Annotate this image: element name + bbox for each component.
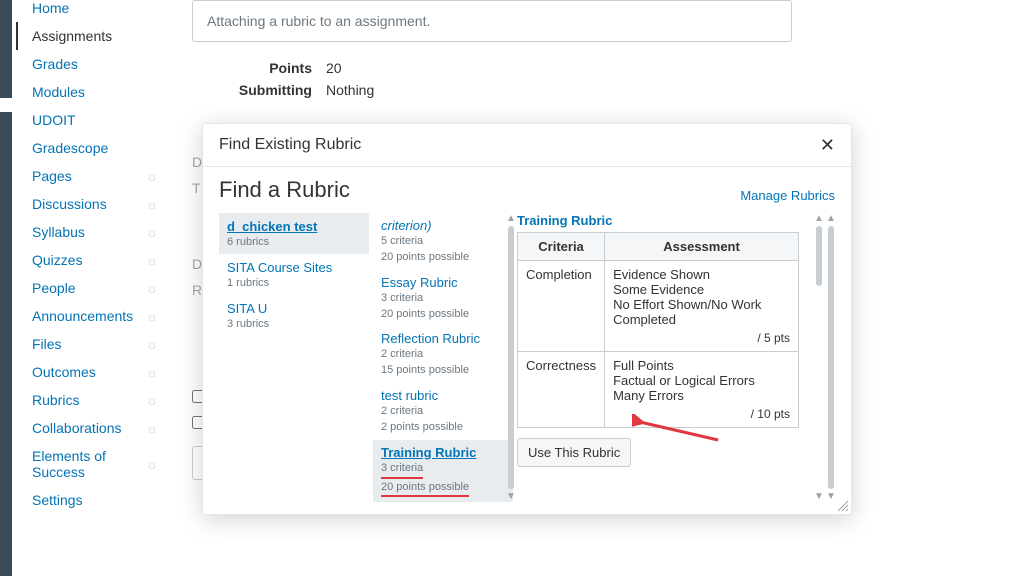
nav-announcements[interactable]: Announcements☼ bbox=[16, 302, 168, 330]
dialog-title: Find Existing Rubric bbox=[219, 136, 361, 154]
nav-settings[interactable]: Settings bbox=[16, 486, 168, 514]
table-row: Correctness Full Points Factual or Logic… bbox=[518, 352, 799, 428]
scrollbar[interactable]: ▲▼ bbox=[507, 213, 515, 502]
use-this-rubric-button[interactable]: Use This Rubric bbox=[517, 438, 631, 467]
hidden-icon: ☼ bbox=[146, 169, 158, 184]
nav-elements[interactable]: Elements of Success☼ bbox=[16, 442, 168, 486]
resize-handle-icon[interactable] bbox=[835, 498, 849, 512]
preview-title: Training Rubric bbox=[517, 213, 807, 228]
nav-assignments[interactable]: Assignments bbox=[16, 22, 168, 50]
rubric-item-selected[interactable]: Training Rubric 3 criteria 20 points pos… bbox=[373, 440, 513, 503]
nav-files[interactable]: Files☼ bbox=[16, 330, 168, 358]
points-value: 20 bbox=[326, 60, 342, 76]
nav-quizzes[interactable]: Quizzes☼ bbox=[16, 246, 168, 274]
find-a-rubric-heading: Find a Rubric bbox=[219, 177, 350, 203]
hidden-icon: ☼ bbox=[146, 197, 158, 212]
nav-grades[interactable]: Grades bbox=[16, 50, 168, 78]
assignment-description: Attaching a rubric to an assignment. bbox=[192, 0, 792, 42]
submitting-label: Submitting bbox=[192, 82, 312, 98]
close-icon[interactable]: ✕ bbox=[820, 136, 835, 154]
col-criteria: Criteria bbox=[518, 233, 605, 261]
hidden-icon: ☼ bbox=[146, 421, 158, 436]
nav-collaborations[interactable]: Collaborations☼ bbox=[16, 414, 168, 442]
scrollbar[interactable]: ▲▼ bbox=[815, 213, 823, 502]
rubric-item[interactable]: Essay Rubric 3 criteria 20 points possib… bbox=[373, 270, 513, 327]
global-nav-rail bbox=[0, 0, 12, 576]
nav-gradescope[interactable]: Gradescope bbox=[16, 134, 168, 162]
hidden-icon: ☼ bbox=[146, 337, 158, 352]
hidden-icon: ☼ bbox=[146, 225, 158, 240]
nav-modules[interactable]: Modules bbox=[16, 78, 168, 106]
rubric-item[interactable]: criterion) 5 criteria 20 points possible bbox=[373, 213, 513, 270]
manage-rubrics-link[interactable]: Manage Rubrics bbox=[740, 188, 835, 203]
nav-outcomes[interactable]: Outcomes☼ bbox=[16, 358, 168, 386]
hidden-icon: ☼ bbox=[146, 457, 158, 472]
hidden-icon: ☼ bbox=[146, 393, 158, 408]
context-item[interactable]: SITA U 3 rubrics bbox=[219, 295, 369, 336]
find-rubric-dialog: Find Existing Rubric ✕ Find a Rubric Man… bbox=[202, 123, 852, 515]
hidden-icon: ☼ bbox=[146, 365, 158, 380]
context-item[interactable]: d_chicken test 6 rubrics bbox=[219, 213, 369, 254]
points-label: Points bbox=[192, 60, 312, 76]
rubric-list: criterion) 5 criteria 20 points possible… bbox=[373, 213, 513, 502]
course-nav: Home Assignments Grades Modules UDOIT Gr… bbox=[12, 0, 172, 576]
context-item[interactable]: SITA Course Sites 1 rubrics bbox=[219, 254, 369, 295]
table-row: Completion Evidence Shown Some Evidence … bbox=[518, 261, 799, 352]
hidden-icon: ☼ bbox=[146, 281, 158, 296]
hidden-icon: ☼ bbox=[146, 253, 158, 268]
nav-discussions[interactable]: Discussions☼ bbox=[16, 190, 168, 218]
rubric-item[interactable]: test rubric 2 criteria 2 points possible bbox=[373, 383, 513, 440]
nav-pages[interactable]: Pages☼ bbox=[16, 162, 168, 190]
rubric-item[interactable]: Reflection Rubric 2 criteria 15 points p… bbox=[373, 326, 513, 383]
scrollbar[interactable]: ▲▼ bbox=[827, 213, 835, 502]
preview-table: Criteria Assessment Completion Evidence … bbox=[517, 232, 799, 428]
col-assessment: Assessment bbox=[605, 233, 799, 261]
nav-syllabus[interactable]: Syllabus☼ bbox=[16, 218, 168, 246]
nav-people[interactable]: People☼ bbox=[16, 274, 168, 302]
context-list: d_chicken test 6 rubrics SITA Course Sit… bbox=[219, 213, 369, 502]
hidden-icon: ☼ bbox=[146, 309, 158, 324]
rubric-preview: Training Rubric Criteria Assessment Comp… bbox=[517, 213, 835, 502]
submitting-value: Nothing bbox=[326, 82, 374, 98]
nav-rubrics[interactable]: Rubrics☼ bbox=[16, 386, 168, 414]
nav-udoit[interactable]: UDOIT bbox=[16, 106, 168, 134]
nav-home[interactable]: Home bbox=[16, 0, 168, 22]
